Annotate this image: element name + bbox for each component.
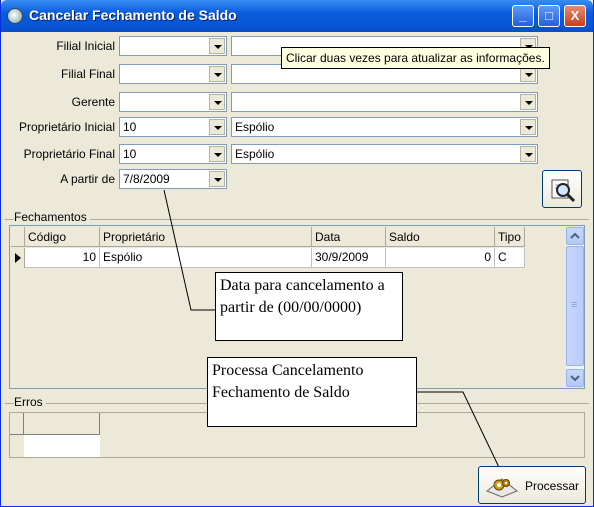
processar-button[interactable]: Processar — [478, 466, 586, 504]
erros-grid-header — [24, 413, 100, 435]
table-cell-codigo[interactable]: 10 — [25, 248, 100, 268]
magnifier-icon — [551, 179, 576, 203]
erros-group-title: Erros — [14, 395, 46, 409]
cancel-closing-window: Cancelar Fechamento de Saldo _ □ X Filia… — [0, 0, 594, 507]
minimize-button[interactable]: _ — [512, 5, 534, 27]
col-header-data[interactable]: Data — [312, 227, 386, 247]
table-cell-tipo[interactable]: C — [495, 248, 525, 268]
chevron-down-icon[interactable] — [520, 94, 536, 110]
window-title: Cancelar Fechamento de Saldo — [29, 7, 237, 23]
date-annotation-note: Data para cancelamento a partir de (00/0… — [215, 272, 403, 341]
app-icon — [7, 8, 23, 24]
processar-label: Processar — [525, 479, 580, 493]
tooltip: Clicar duas vezes para atualizar as info… — [281, 47, 550, 69]
chevron-down-icon[interactable] — [209, 94, 225, 110]
proprietario-final-value: 10 — [123, 147, 137, 161]
scroll-down-icon[interactable] — [566, 369, 584, 387]
proprietario-inicial-label: Proprietário Inicial — [18, 120, 115, 134]
col-header-tipo[interactable]: Tipo — [495, 227, 525, 247]
scroll-up-icon[interactable] — [566, 227, 584, 245]
chevron-down-icon[interactable] — [209, 146, 225, 162]
scroll-thumb[interactable] — [566, 246, 584, 366]
close-button[interactable]: X — [564, 5, 586, 27]
title-bar: Cancelar Fechamento de Saldo _ □ X — [1, 0, 593, 32]
gerente-label: Gerente — [71, 95, 115, 109]
col-header-codigo[interactable]: Código — [25, 227, 100, 247]
gerente-combo[interactable] — [119, 92, 227, 112]
process-annotation-note: Processa Cancelamento Fechamento de Sald… — [207, 357, 417, 427]
a-partir-de-value: 7/8/2009 — [123, 172, 170, 186]
proprietario-final-desc-combo[interactable]: Espólio — [231, 144, 538, 164]
proprietario-inicial-combo[interactable]: 10 — [119, 117, 227, 137]
row-indicator-icon[interactable] — [11, 248, 25, 268]
filial-inicial-combo[interactable] — [119, 36, 227, 56]
proprietario-inicial-desc-combo[interactable]: Espólio — [231, 117, 538, 137]
proprietario-final-desc: Espólio — [235, 147, 275, 161]
table-cell-saldo[interactable]: 0 — [386, 248, 495, 268]
a-partir-de-label: A partir de — [60, 172, 115, 186]
proprietario-inicial-value: 10 — [123, 120, 137, 134]
filial-inicial-label: Filial Inicial — [56, 39, 115, 53]
chevron-down-icon[interactable] — [209, 66, 225, 82]
maximize-button[interactable]: □ — [538, 5, 560, 27]
fechamentos-group-line — [5, 219, 589, 220]
chevron-down-icon[interactable] — [520, 119, 536, 135]
vertical-scrollbar[interactable] — [566, 227, 584, 387]
proprietario-final-label: Proprietário Final — [23, 147, 115, 161]
a-partir-de-date-picker[interactable]: 7/8/2009 — [119, 169, 227, 189]
chevron-down-icon[interactable] — [209, 38, 225, 54]
filial-final-label: Filial Final — [60, 67, 115, 81]
proprietario-inicial-desc: Espólio — [235, 120, 275, 134]
fechamentos-group-title: Fechamentos — [14, 210, 90, 224]
erros-grid-cell[interactable] — [24, 435, 100, 457]
table-cell-data[interactable]: 30/9/2009 — [312, 248, 386, 268]
chevron-down-icon[interactable] — [520, 146, 536, 162]
filial-final-combo[interactable] — [119, 64, 227, 84]
erros-grid-corner — [10, 413, 24, 435]
grid-corner — [11, 227, 25, 247]
proprietario-final-combo[interactable]: 10 — [119, 144, 227, 164]
table-cell-proprietario[interactable]: Espólio — [100, 248, 312, 268]
chevron-down-icon[interactable] — [209, 171, 225, 187]
col-header-saldo[interactable]: Saldo — [386, 227, 495, 247]
gerente-desc-combo[interactable] — [231, 92, 538, 112]
gears-icon — [486, 478, 518, 498]
chevron-down-icon[interactable] — [209, 119, 225, 135]
col-header-proprietario[interactable]: Proprietário — [100, 227, 312, 247]
search-button[interactable] — [542, 170, 582, 208]
